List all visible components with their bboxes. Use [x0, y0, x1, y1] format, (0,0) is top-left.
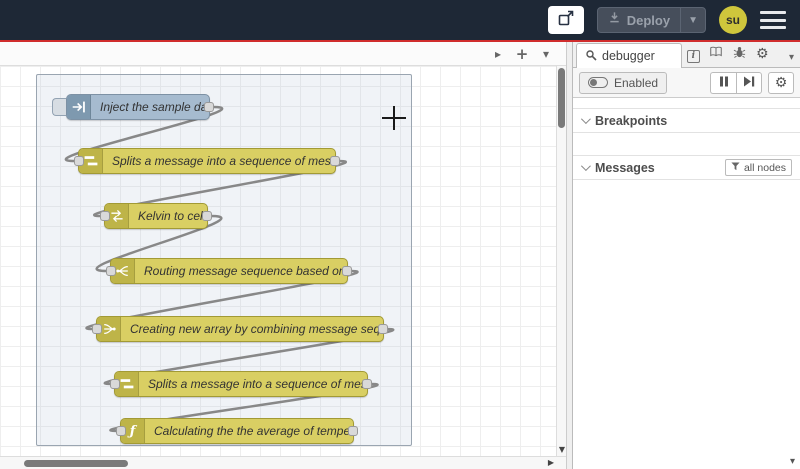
- bug-icon: [733, 45, 746, 63]
- step-icon: [743, 74, 755, 92]
- node-label: Splits a message into a sequence of mess…: [112, 154, 335, 168]
- gear-icon: ⚙: [756, 46, 769, 62]
- node-output-port[interactable]: [348, 426, 358, 436]
- messages-label: Messages: [595, 160, 655, 175]
- add-flow-button[interactable]: +: [512, 45, 532, 63]
- inject-button[interactable]: [52, 98, 66, 116]
- node-output-port[interactable]: [204, 102, 214, 112]
- chevron-down-icon: ▼: [688, 14, 698, 26]
- node-input-port[interactable]: [100, 211, 110, 221]
- collapse-chevron-icon: [580, 161, 591, 172]
- main-menu-button[interactable]: [760, 10, 786, 30]
- node-output-port[interactable]: [330, 156, 340, 166]
- node-output-port[interactable]: [378, 324, 388, 334]
- sidebar-tabs-dropdown-button[interactable]: ▾: [789, 52, 800, 67]
- flow-node-kelvin-to-celcius[interactable]: Kelvin to celcius: [100, 203, 212, 229]
- pause-button[interactable]: [710, 71, 736, 94]
- collapse-chevron-icon: [580, 114, 591, 125]
- inject-icon: [67, 95, 91, 119]
- user-avatar[interactable]: su: [719, 6, 747, 34]
- flow-node-split-1[interactable]: Splits a message into a sequence of mess…: [74, 148, 340, 174]
- node-label: Splits a message into a sequence of mess…: [148, 377, 367, 391]
- node-label: Inject the sample data: [100, 100, 209, 114]
- workspace-toolbar: ▸ + ▾: [0, 42, 566, 66]
- flow-node-join[interactable]: Creating new array by combining message …: [92, 316, 388, 342]
- debugger-tab-label: debugger: [602, 49, 655, 63]
- section-messages-header[interactable]: Messages all nodes: [573, 155, 800, 180]
- tab-scroll-right-icon: ▸: [494, 46, 502, 61]
- node-input-port[interactable]: [116, 426, 126, 436]
- sidebar-splitter[interactable]: [566, 42, 573, 469]
- sidebar-tab-bug[interactable]: [728, 42, 751, 66]
- flow-canvas[interactable]: Inject the sample data Splits a message i…: [0, 66, 556, 456]
- deploy-button[interactable]: Deploy ▼: [596, 7, 706, 33]
- breakpoints-label: Breakpoints: [595, 113, 668, 128]
- horizontal-scrollbar[interactable]: ▶: [0, 456, 566, 469]
- sidebar-tab-book[interactable]: [705, 42, 728, 66]
- node-label: Creating new array by combining message …: [130, 322, 383, 336]
- gear-icon: ⚙: [774, 74, 788, 91]
- chevron-down-icon: ▾: [788, 52, 794, 63]
- deploy-icon: [608, 11, 621, 29]
- filter-label: all nodes: [743, 161, 786, 174]
- menu-icon: [760, 11, 786, 14]
- pause-icon: [719, 74, 729, 92]
- flow-list-chevron-icon: ▾: [542, 46, 550, 61]
- header-bar: Deploy ▼ su: [0, 0, 800, 40]
- sidebar: debugger i ⚙ ▾ Enabled ⚙ Breakpoints Mes…: [573, 42, 800, 469]
- info-icon: i: [686, 45, 700, 63]
- flow-node-average[interactable]: ƒCalculating the the average of temperat…: [116, 418, 358, 444]
- sidebar-tab-gear[interactable]: ⚙: [751, 42, 774, 66]
- node-label: Kelvin to celcius: [138, 209, 207, 223]
- node-input-port[interactable]: [74, 156, 84, 166]
- funnel-icon: [731, 161, 740, 174]
- vertical-scroll-thumb[interactable]: [558, 68, 565, 128]
- app-switch-button[interactable]: [547, 6, 584, 34]
- horizontal-scroll-thumb[interactable]: [24, 460, 128, 467]
- node-output-port[interactable]: [342, 266, 352, 276]
- node-input-port[interactable]: [106, 266, 116, 276]
- sidebar-tab-info[interactable]: i: [682, 42, 705, 66]
- enabled-label: Enabled: [614, 75, 659, 90]
- node-label: Calculating the the average of temperatu…: [154, 424, 353, 438]
- node-output-port[interactable]: [362, 379, 372, 389]
- flow-node-split-2[interactable]: Splits a message into a sequence of mess…: [110, 371, 372, 397]
- node-input-port[interactable]: [92, 324, 102, 334]
- tab-scroll-right-button[interactable]: ▸: [488, 45, 508, 63]
- filter-all-nodes-button[interactable]: all nodes: [724, 159, 792, 176]
- node-label: Routing message sequence based on condit…: [144, 264, 347, 278]
- flow-node-inject[interactable]: Inject the sample data: [52, 94, 214, 120]
- node-red-editor: Deploy ▼ su ▸ + ▾ Inject the sample data…: [0, 0, 800, 469]
- app-switch-icon: [558, 10, 574, 31]
- enabled-toggle-button[interactable]: Enabled: [579, 71, 668, 94]
- deploy-options-button[interactable]: ▼: [680, 8, 705, 32]
- toggle-icon: [588, 77, 608, 88]
- vertical-scrollbar[interactable]: ▼: [556, 66, 566, 456]
- debugger-tab-icon: [585, 49, 597, 64]
- flow-node-switch[interactable]: Routing message sequence based on condit…: [106, 258, 352, 284]
- book-icon: [709, 45, 723, 63]
- sidebar-scroll-chevron-icon[interactable]: ▾: [790, 456, 795, 467]
- flow-list-button[interactable]: ▾: [536, 45, 556, 63]
- step-button[interactable]: [736, 71, 762, 94]
- deploy-main[interactable]: Deploy: [598, 8, 680, 32]
- deploy-label: Deploy: [626, 12, 671, 28]
- section-breakpoints-header[interactable]: Breakpoints: [573, 108, 800, 133]
- node-output-port[interactable]: [202, 211, 212, 221]
- sidebar-tab-bar: debugger i ⚙ ▾: [573, 42, 800, 68]
- add-flow-icon: +: [515, 44, 529, 63]
- node-input-port[interactable]: [110, 379, 120, 389]
- breakpoints-list: [573, 133, 800, 155]
- debugger-settings-button[interactable]: ⚙: [768, 71, 794, 94]
- debugger-toolbar: Enabled ⚙: [573, 68, 800, 98]
- scroll-right-arrow-icon[interactable]: ▶: [548, 458, 554, 467]
- sidebar-tab-debugger[interactable]: debugger: [576, 43, 682, 68]
